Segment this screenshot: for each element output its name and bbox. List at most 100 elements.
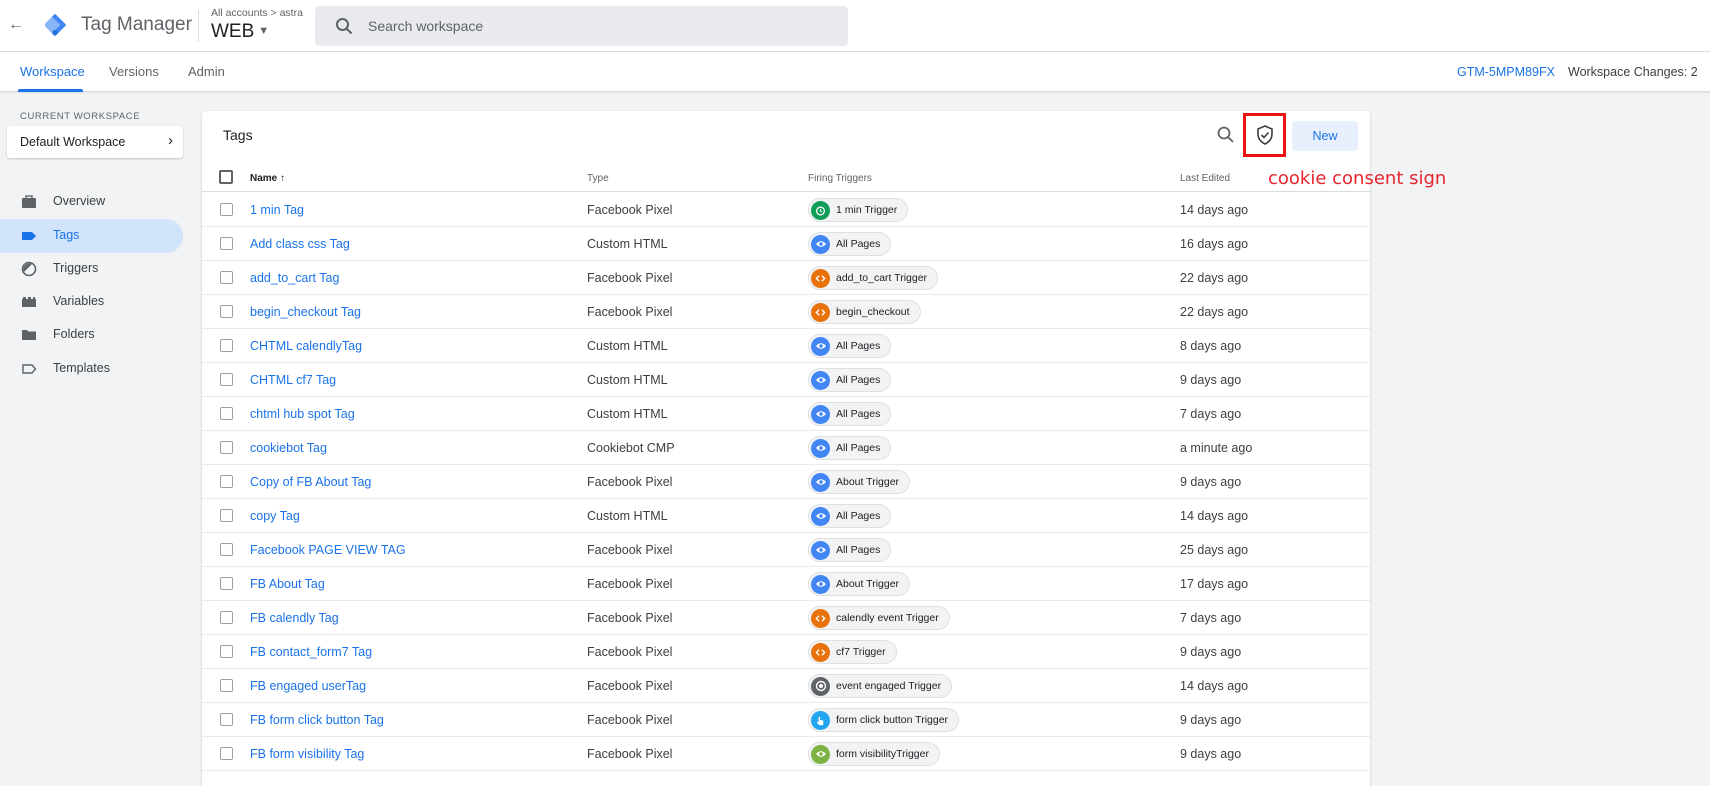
table-row[interactable]: 1 min Tag Facebook Pixel 1 min Trigger 14 d… [202,193,1370,227]
table-row[interactable]: FB form click button Tag Facebook Pixel fo… [202,703,1370,737]
sidebar-item-folders[interactable]: Folders [0,318,183,352]
account-breadcrumb[interactable]: All accounts > astra [211,7,303,19]
trigger-chip[interactable]: All Pages [808,402,892,426]
trigger-chip[interactable]: 1 min Trigger [808,198,909,222]
row-checkbox[interactable] [220,203,233,216]
search-input[interactable] [368,6,828,46]
table-row[interactable]: cookiebot Tag Cookiebot CMP All Pages a min… [202,431,1370,465]
tab-workspace[interactable]: Workspace [20,64,85,79]
tag-name-link[interactable]: Add class css Tag [250,237,350,251]
sidebar-item-triggers[interactable]: Triggers [0,252,183,286]
tag-name-link[interactable]: copy Tag [250,509,300,523]
row-checkbox[interactable] [220,747,233,760]
table-row[interactable]: chtml hub spot Tag Custom HTML All Pages 7 … [202,397,1370,431]
sidebar-item-variables[interactable]: Variables [0,285,183,319]
trigger-chip[interactable]: All Pages [808,232,892,256]
tag-name-link[interactable]: begin_checkout Tag [250,305,361,319]
tab-versions[interactable]: Versions [109,64,159,79]
row-checkbox[interactable] [220,271,233,284]
row-checkbox[interactable] [220,407,233,420]
table-row[interactable]: Add class css Tag Custom HTML All Pages 16 … [202,227,1370,261]
trigger-chip[interactable]: form visibilityTrigger [808,742,940,766]
last-edited: 25 days ago [1180,543,1249,557]
tag-name-link[interactable]: FB calendly Tag [250,611,339,625]
tag-type: Custom HTML [587,339,668,353]
trigger-chip[interactable]: All Pages [808,504,892,528]
search-bar[interactable] [315,6,848,46]
tag-name-link[interactable]: Facebook PAGE VIEW TAG [250,543,406,557]
sidebar-item-label: Triggers [53,261,99,275]
trigger-chip[interactable]: add_to_cart Trigger [808,266,939,290]
trigger-chip-label: cf7 Trigger [836,646,886,658]
eye-icon [811,404,830,424]
tag-name-link[interactable]: CHTML calendlyTag [250,339,362,353]
row-checkbox[interactable] [220,339,233,352]
tag-name-link[interactable]: FB About Tag [250,577,325,591]
tag-name-link[interactable]: CHTML cf7 Tag [250,373,336,387]
trigger-chip[interactable]: calendly event Trigger [808,606,950,630]
container-selector[interactable]: WEB ▼ [211,21,269,43]
trigger-chip[interactable]: All Pages [808,368,892,392]
tag-name-link[interactable]: add_to_cart Tag [250,271,339,285]
row-checkbox[interactable] [220,475,233,488]
last-edited: 17 days ago [1180,577,1249,591]
row-checkbox[interactable] [220,237,233,250]
back-arrow-icon[interactable]: ← [6,15,26,35]
tag-name-link[interactable]: chtml hub spot Tag [250,407,355,421]
trigger-chip[interactable]: cf7 Trigger [808,640,897,664]
table-row[interactable]: CHTML cf7 Tag Custom HTML All Pages 9 days … [202,363,1370,397]
trigger-chip[interactable]: event engaged Trigger [808,674,953,698]
row-checkbox[interactable] [220,543,233,556]
table-row[interactable]: Copy of FB About Tag Facebook Pixel About … [202,465,1370,499]
trigger-chip[interactable]: All Pages [808,436,892,460]
table-row[interactable]: copy Tag Custom HTML All Pages 14 days ago [202,499,1370,533]
last-edited: 9 days ago [1180,373,1242,387]
trigger-chip[interactable]: begin_checkout [808,300,921,324]
column-header-name[interactable]: Name ↑ [250,173,285,184]
row-checkbox[interactable] [220,305,233,318]
sidebar-item-overview[interactable]: Overview [0,185,183,219]
row-checkbox[interactable] [220,373,233,386]
row-checkbox[interactable] [220,713,233,726]
table-row[interactable]: FB engaged userTag Facebook Pixel event en… [202,669,1370,703]
table-row[interactable]: FB About Tag Facebook Pixel About Trigger 1… [202,567,1370,601]
column-header-firing-triggers[interactable]: Firing Triggers [808,173,872,184]
table-row[interactable]: FB calendly Tag Facebook Pixel calendly ev… [202,601,1370,635]
container-id-link[interactable]: GTM-5MPM89FX [1457,65,1555,79]
tag-name-link[interactable]: 1 min Tag [250,203,304,217]
table-header: Name ↑ Type Firing Triggers Last Edited [202,164,1370,192]
row-checkbox[interactable] [220,611,233,624]
column-header-last-edited[interactable]: Last Edited [1180,173,1230,184]
trigger-chip[interactable]: All Pages [808,334,892,358]
tab-admin[interactable]: Admin [188,64,225,79]
tag-name-link[interactable]: FB form visibility Tag [250,747,364,761]
row-checkbox[interactable] [220,509,233,522]
table-row[interactable]: begin_checkout Tag Facebook Pixel begin_ch… [202,295,1370,329]
table-row[interactable]: CHTML calendlyTag Custom HTML All Pages 8 d… [202,329,1370,363]
eye-icon [811,336,830,356]
column-header-type[interactable]: Type [587,173,609,184]
trigger-chip[interactable]: About Trigger [808,572,911,596]
row-checkbox[interactable] [220,645,233,658]
search-icon[interactable] [1216,125,1236,145]
table-row[interactable]: Facebook PAGE VIEW TAG Facebook Pixel All … [202,533,1370,567]
tag-name-link[interactable]: Copy of FB About Tag [250,475,371,489]
row-checkbox[interactable] [220,679,233,692]
table-row[interactable]: FB form visibility Tag Facebook Pixel form… [202,737,1370,771]
workspace-selector[interactable]: Default Workspace › [7,126,183,158]
sidebar-item-tags[interactable]: Tags [0,219,183,253]
row-checkbox[interactable] [220,441,233,454]
select-all-checkbox[interactable] [219,170,233,184]
trigger-chip[interactable]: About Trigger [808,470,911,494]
sidebar-item-templates[interactable]: Templates [0,352,183,386]
tag-name-link[interactable]: cookiebot Tag [250,441,327,455]
table-row[interactable]: FB contact_form7 Tag Facebook Pixel cf7 Tr… [202,635,1370,669]
trigger-chip[interactable]: form click button Trigger [808,708,960,732]
table-row[interactable]: add_to_cart Tag Facebook Pixel add_to_cart… [202,261,1370,295]
tag-name-link[interactable]: FB form click button Tag [250,713,384,727]
trigger-chip[interactable]: All Pages [808,538,892,562]
row-checkbox[interactable] [220,577,233,590]
tag-name-link[interactable]: FB contact_form7 Tag [250,645,372,659]
tag-name-link[interactable]: FB engaged userTag [250,679,366,693]
new-tag-button[interactable]: New [1292,121,1358,151]
